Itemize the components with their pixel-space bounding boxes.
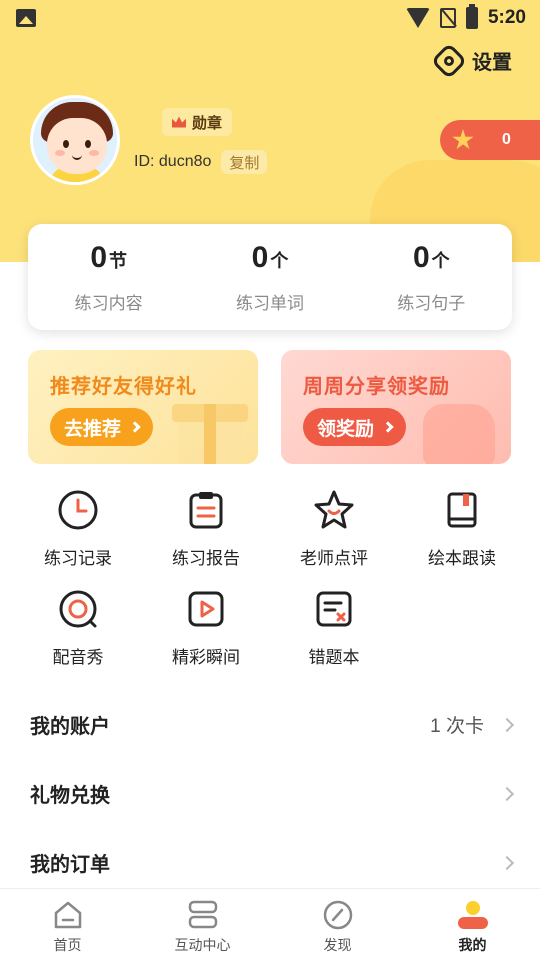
wifi-icon: [405, 8, 430, 28]
chevron-right-icon: [499, 855, 515, 870]
stats-card: 0节 练习内容 0个 练习单词 0个 练习句子: [28, 224, 512, 330]
stat-label: 练习单词: [235, 293, 304, 313]
promo-refer-friend[interactable]: 推荐好友得好礼 去推荐: [28, 350, 258, 464]
feature-practice-record[interactable]: 练习记录: [14, 488, 142, 569]
stat-practice-sentences: 0个 练习句子: [351, 224, 512, 330]
gift-icon: [172, 404, 248, 464]
tab-home[interactable]: 首页: [0, 889, 135, 960]
user-id-row: ID: ducn8o 复制: [134, 150, 268, 174]
feature-label: 练习报告: [172, 549, 240, 568]
feature-label: 老师点评: [300, 549, 368, 568]
copy-button[interactable]: 复制: [221, 150, 268, 174]
tab-label: 首页: [53, 937, 82, 953]
user-id: ID: ducn8o: [134, 153, 212, 170]
feature-grid: 练习记录 练习报告 老师点评 绘本跟读 配音秀 精彩瞬间 错题本: [14, 488, 526, 668]
stars-pill[interactable]: 0: [440, 120, 540, 160]
crown-icon: [172, 116, 186, 128]
stat-practice-words: 0个 练习单词: [189, 224, 350, 330]
clock-icon: [56, 488, 100, 532]
no-sim-icon: [439, 8, 456, 28]
feature-wrong-notebook[interactable]: 错题本: [270, 587, 398, 668]
book-icon: [440, 488, 484, 532]
medal-badge[interactable]: 勋章: [162, 108, 233, 136]
stat-practice-content: 0节 练习内容: [28, 224, 189, 330]
feature-highlights[interactable]: 精彩瞬间: [142, 587, 270, 668]
refer-button[interactable]: 去推荐: [50, 408, 154, 446]
chevron-right-icon: [499, 786, 515, 801]
tab-label: 发现: [323, 937, 352, 953]
promo-title: 周周分享领奖励: [303, 376, 450, 398]
status-bar: 5:20: [0, 0, 540, 36]
clipboard-icon: [184, 488, 228, 532]
wrong-note-icon: [312, 587, 356, 631]
chevron-right-icon: [129, 421, 141, 433]
menu-label: 我的订单: [30, 854, 110, 876]
stars-count: 0: [502, 131, 511, 148]
feature-teacher-review[interactable]: 老师点评: [270, 488, 398, 569]
play-icon: [184, 587, 228, 631]
tab-label: 我的: [458, 937, 487, 953]
record-icon: [56, 587, 100, 631]
feature-practice-report[interactable]: 练习报告: [142, 488, 270, 569]
stat-label: 练习内容: [74, 293, 143, 313]
feature-picture-book-reading[interactable]: 绘本跟读: [398, 488, 526, 569]
feature-label: 绘本跟读: [428, 549, 496, 568]
settings-label: 设置: [472, 52, 512, 74]
settings-button[interactable]: 设置: [430, 42, 512, 79]
claim-reward-button[interactable]: 领奖励: [303, 408, 407, 446]
menu-list: 我的账户 1 次卡 礼物兑换 我的订单: [0, 690, 540, 897]
refer-button-label: 去推荐: [64, 418, 122, 440]
stat-value: 0: [412, 240, 430, 274]
star-face-icon: [312, 488, 356, 532]
stat-value: 0: [251, 240, 269, 274]
menu-value: 1 次卡: [430, 716, 484, 737]
feature-label: 精彩瞬间: [172, 648, 240, 667]
chevron-right-icon: [382, 421, 394, 433]
menu-label: 礼物兑换: [30, 785, 110, 807]
menu-my-account[interactable]: 我的账户 1 次卡: [0, 690, 540, 759]
stat-unit: 个: [270, 250, 289, 271]
battery-charging-icon: [465, 4, 478, 29]
claim-reward-label: 领奖励: [317, 418, 375, 440]
stat-unit: 节: [109, 250, 127, 271]
menu-my-orders[interactable]: 我的订单: [0, 828, 540, 897]
promo-title: 推荐好友得好礼: [50, 376, 197, 398]
feature-label: 练习记录: [44, 549, 112, 568]
tab-mine[interactable]: 我的: [405, 889, 540, 960]
promo-weekly-share[interactable]: 周周分享领奖励 领奖励: [281, 350, 511, 464]
avatar[interactable]: [30, 95, 120, 185]
tab-discover[interactable]: 发现: [270, 889, 405, 960]
profile-icon: [456, 899, 490, 931]
chevron-right-icon: [499, 717, 515, 732]
stat-unit: 个: [431, 250, 450, 271]
star-icon: [452, 129, 474, 150]
bottom-tab-bar: 首页 互动中心 发现 我的: [0, 888, 540, 960]
stat-value: 0: [90, 240, 107, 274]
hand-icon: [423, 404, 495, 464]
feature-dubbing-show[interactable]: 配音秀: [14, 587, 142, 668]
feature-label: 配音秀: [52, 648, 104, 667]
home-icon: [51, 899, 85, 931]
status-time: 5:20: [487, 7, 526, 28]
medal-label: 勋章: [192, 114, 223, 132]
stat-label: 练习句子: [397, 293, 466, 313]
menu-label: 我的账户: [30, 716, 110, 738]
tab-interactive-center[interactable]: 互动中心: [135, 889, 270, 960]
status-icons: 5:20: [405, 4, 526, 29]
stack-icon: [186, 899, 220, 931]
menu-gift-exchange[interactable]: 礼物兑换: [0, 759, 540, 828]
gallery-icon: [16, 9, 36, 27]
feature-label: 错题本: [308, 648, 360, 667]
tab-label: 互动中心: [174, 937, 231, 953]
gear-icon: [430, 42, 468, 79]
compass-icon: [321, 899, 355, 931]
